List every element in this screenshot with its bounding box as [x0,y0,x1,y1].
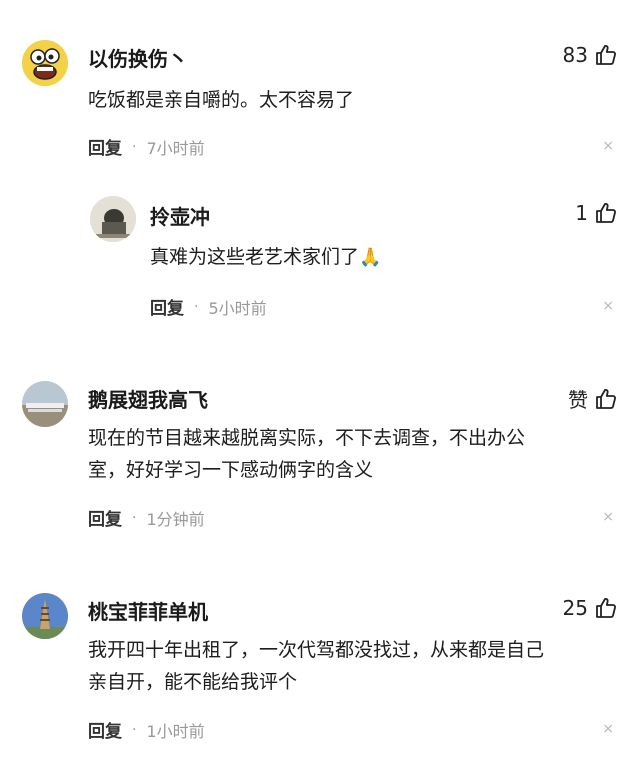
cartoon-face-avatar-icon [22,40,68,86]
reply-button[interactable]: 回复 [88,505,122,530]
close-icon[interactable]: × [602,721,614,737]
comment-text: 真难为这些老艺术家们了🙏 [150,241,381,274]
timestamp: 7小时前 [146,138,205,158]
username[interactable]: 拎壶冲 [150,201,210,230]
avatar[interactable] [22,40,68,86]
comment-text: 吃饭都是亲自嚼的。太不容易了 [88,89,355,111]
like-count: 赞 [568,388,588,412]
timestamp: 1小时前 [146,721,205,741]
username[interactable]: 桃宝菲菲单机 [88,596,208,625]
comment-item: 以伤换伤丶 83 吃饭都是亲自嚼的。太不容易了 回复 · 7小时前 × 拎壶冲 … [0,0,640,340]
photo-avatar-icon [90,196,136,242]
close-icon[interactable]: × [602,509,614,525]
landscape-avatar-icon [22,381,68,427]
separator-dot: · [194,298,199,315]
comment-meta: 回复 · 7小时前 [88,134,205,160]
close-icon[interactable]: × [602,298,614,314]
like-button[interactable]: 83 [563,43,618,67]
thumbs-up-icon [594,201,618,225]
comment-meta: 回复 · 1分钟前 [88,505,205,531]
username[interactable]: 鹅展翅我高飞 [88,384,208,413]
comment-text-line-1: 现在的节目越来越脱离实际，不下去调查，不出办公 [88,427,526,449]
comment-text-line-2: 亲自开，能不能给我评个 [88,671,298,693]
like-count: 25 [562,596,588,620]
avatar[interactable] [90,196,136,242]
thumbs-up-icon [594,596,618,620]
reply-button[interactable]: 回复 [88,134,122,159]
comment-meta: 回复 · 1小时前 [88,717,205,743]
like-button[interactable]: 赞 [568,384,618,413]
tower-avatar-icon [22,593,68,639]
thumbs-up-icon [594,43,618,67]
separator-dot: · [132,509,137,526]
thumbs-up-icon [594,387,618,411]
reply-button[interactable]: 回复 [88,717,122,742]
comment-text-body: 真难为这些老艺术家们了 [150,246,360,268]
comment-text-line-2: 室，好好学习一下感动俩字的含义 [88,459,374,481]
avatar[interactable] [22,381,68,427]
close-icon[interactable]: × [602,138,614,154]
comment-meta: 回复 · 5小时前 [150,294,267,320]
reply-button[interactable]: 回复 [150,294,184,319]
like-count: 1 [575,201,588,225]
pray-emoji-icon: 🙏 [359,247,382,268]
like-count: 83 [562,43,588,67]
like-button[interactable]: 25 [563,596,618,620]
timestamp: 5小时前 [208,298,267,318]
like-button[interactable]: 1 [575,201,618,225]
separator-dot: · [132,721,137,738]
username[interactable]: 以伤换伤丶 [88,43,188,72]
avatar[interactable] [22,593,68,639]
separator-dot: · [132,138,137,155]
comment-text-line-1: 我开四十年出租了，一次代驾都没找过，从来都是自己 [88,639,545,661]
timestamp: 1分钟前 [146,509,205,529]
